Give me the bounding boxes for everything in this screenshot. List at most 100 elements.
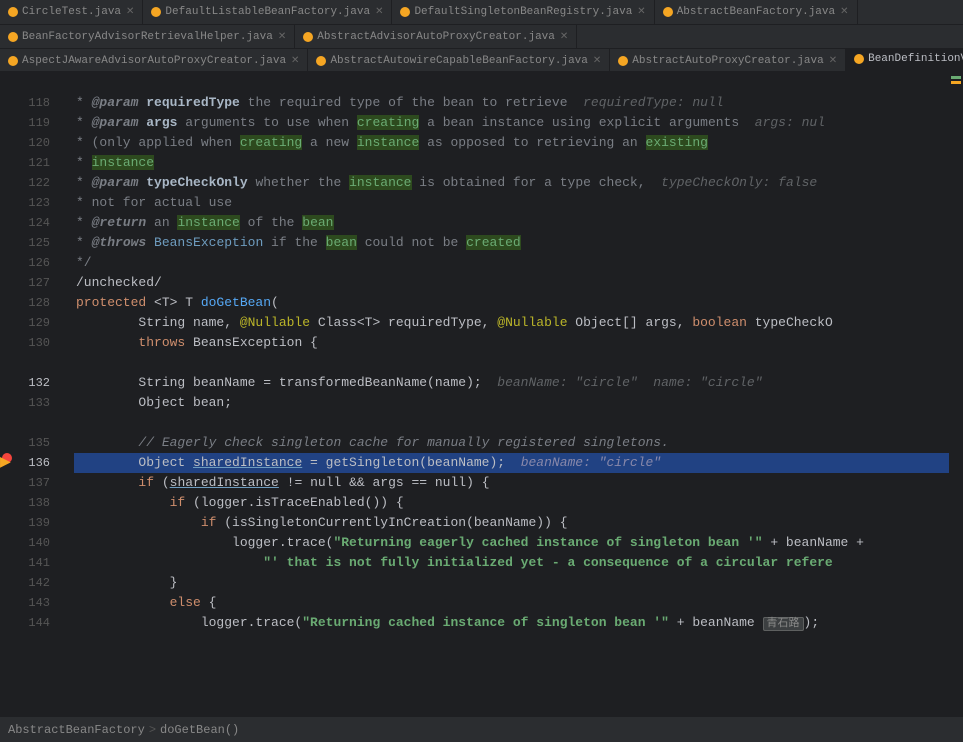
code-line: if (logger.isTraceEnabled()) { bbox=[74, 493, 949, 513]
tab-label: AbstractAutoProxyCreator.java bbox=[632, 55, 823, 67]
tab-default-singleton[interactable]: DefaultSingletonBeanRegistry.java ✕ bbox=[392, 0, 654, 24]
status-bar: AbstractBeanFactory > doGetBean() bbox=[0, 716, 963, 742]
close-icon[interactable]: ✕ bbox=[840, 6, 848, 18]
tab-aspect-aware[interactable]: AspectJAwareAdvisorAutoProxyCreator.java… bbox=[0, 49, 308, 73]
line-num: 138 bbox=[14, 493, 50, 513]
line-num: 133 bbox=[14, 393, 50, 413]
code-line: * @param requiredType the required type … bbox=[74, 93, 949, 113]
close-icon[interactable]: ✕ bbox=[375, 6, 383, 18]
code-line: // Eagerly check singleton cache for man… bbox=[74, 433, 949, 453]
close-icon[interactable]: ✕ bbox=[278, 31, 286, 43]
close-icon[interactable]: ✕ bbox=[637, 6, 645, 18]
tab-label: AbstractBeanFactory.java bbox=[677, 6, 835, 18]
line-num: 127 bbox=[14, 273, 50, 293]
error-indicator bbox=[949, 73, 963, 716]
code-line: String beanName = transformedBeanName(na… bbox=[74, 373, 949, 393]
code-line: * @param typeCheckOnly whether the insta… bbox=[74, 173, 949, 193]
code-line: * instance bbox=[74, 153, 949, 173]
tab-label: BeanDefinitionValueResolver.java bbox=[868, 53, 963, 65]
code-line: Object bean; bbox=[74, 393, 949, 413]
tab-icon bbox=[151, 7, 161, 17]
tab-icon bbox=[8, 56, 18, 66]
indicator-mark bbox=[951, 76, 961, 79]
close-icon[interactable]: ✕ bbox=[291, 55, 299, 67]
line-num: 135 bbox=[14, 433, 50, 453]
code-line bbox=[74, 73, 949, 93]
tab-circle-test[interactable]: CircleTest.java ✕ bbox=[0, 0, 143, 24]
code-line: if (sharedInstance != null && args == nu… bbox=[74, 473, 949, 493]
tab-default-listable[interactable]: DefaultListableBeanFactory.java ✕ bbox=[143, 0, 392, 24]
close-icon[interactable]: ✕ bbox=[126, 6, 134, 18]
line-num: 140 bbox=[14, 533, 50, 553]
fold-column bbox=[56, 73, 70, 716]
breadcrumb-class: AbstractBeanFactory bbox=[8, 723, 145, 737]
tab-bar-row1: CircleTest.java ✕ DefaultListableBeanFac… bbox=[0, 0, 963, 25]
code-editor[interactable]: * @param requiredType the required type … bbox=[70, 73, 949, 716]
debug-arrow: ▶ bbox=[0, 456, 11, 470]
line-num: 121 bbox=[14, 153, 50, 173]
gutter: ▶ bbox=[0, 73, 14, 716]
editor-area: ▶ 118 119 120 121 122 123 124 125 126 12… bbox=[0, 73, 963, 716]
line-num: 139 bbox=[14, 513, 50, 533]
line-num: 125 bbox=[14, 233, 50, 253]
line-num bbox=[14, 73, 50, 93]
tab-label: AbstractAdvisorAutoProxyCreator.java bbox=[317, 31, 555, 43]
line-num: 124 bbox=[14, 213, 50, 233]
code-line: String name, @Nullable Class<T> required… bbox=[74, 313, 949, 333]
code-line-136: Object sharedInstance = getSingleton(bea… bbox=[74, 453, 949, 473]
tab-bar-row2: BeanFactoryAdvisorRetrievalHelper.java ✕… bbox=[0, 25, 963, 49]
line-num bbox=[14, 413, 50, 433]
tab-icon bbox=[854, 54, 864, 64]
tab-icon bbox=[618, 56, 628, 66]
line-num: 137 bbox=[14, 473, 50, 493]
tab-icon bbox=[663, 7, 673, 17]
tab-icon bbox=[303, 32, 313, 42]
line-num: 126 bbox=[14, 253, 50, 273]
code-line: "' that is not fully initialized yet - a… bbox=[74, 553, 949, 573]
line-num: 142 bbox=[14, 573, 50, 593]
tab-abstract-bean-factory[interactable]: AbstractBeanFactory.java ✕ bbox=[655, 0, 858, 24]
tab-label: BeanFactoryAdvisorRetrievalHelper.java bbox=[22, 31, 273, 43]
tab-bean-factory-advisor[interactable]: BeanFactoryAdvisorRetrievalHelper.java ✕ bbox=[0, 25, 295, 49]
code-line: /unchecked/ bbox=[74, 273, 949, 293]
breadcrumb-separator: > bbox=[149, 723, 156, 737]
indicator-mark bbox=[951, 81, 961, 84]
tab-label: CircleTest.java bbox=[22, 6, 121, 18]
breadcrumb-method: doGetBean() bbox=[160, 723, 239, 737]
code-line: * (only applied when creating a new inst… bbox=[74, 133, 949, 153]
tab-label: DefaultListableBeanFactory.java bbox=[165, 6, 370, 18]
tab-icon bbox=[400, 7, 410, 17]
line-num: 132 bbox=[14, 373, 50, 393]
line-num: 118 bbox=[14, 93, 50, 113]
tab-icon bbox=[8, 32, 18, 42]
line-num-136: 136 bbox=[14, 453, 50, 473]
code-line: * not for actual use bbox=[74, 193, 949, 213]
line-num: 128 bbox=[14, 293, 50, 313]
line-num: 130 bbox=[14, 333, 50, 353]
tab-icon bbox=[8, 7, 18, 17]
line-num: 120 bbox=[14, 133, 50, 153]
close-icon[interactable]: ✕ bbox=[593, 55, 601, 67]
code-line-144: logger.trace("Returning cached instance … bbox=[74, 613, 949, 633]
line-num bbox=[14, 353, 50, 373]
close-icon[interactable]: ✕ bbox=[560, 31, 568, 43]
code-line bbox=[74, 413, 949, 433]
line-num: 144 bbox=[14, 613, 50, 633]
code-line: protected <T> T doGetBean( bbox=[74, 293, 949, 313]
code-line: * @return an instance of the bean bbox=[74, 213, 949, 233]
tab-abstract-autowire[interactable]: AbstractAutowireCapableBeanFactory.java … bbox=[308, 49, 610, 73]
line-num: 123 bbox=[14, 193, 50, 213]
tab-abstract-auto-proxy[interactable]: AbstractAutoProxyCreator.java ✕ bbox=[610, 49, 846, 73]
close-icon[interactable]: ✕ bbox=[829, 55, 837, 67]
tab-label: AbstractAutowireCapableBeanFactory.java bbox=[330, 55, 587, 67]
code-line: } bbox=[74, 573, 949, 593]
line-num: 141 bbox=[14, 553, 50, 573]
tab-label: DefaultSingletonBeanRegistry.java bbox=[414, 6, 632, 18]
breadcrumb: AbstractBeanFactory > doGetBean() bbox=[8, 723, 239, 737]
line-num: 143 bbox=[14, 593, 50, 613]
code-line: * @throws BeansException if the bean cou… bbox=[74, 233, 949, 253]
tab-bean-def-value[interactable]: BeanDefinitionValueResolver.java ✕ bbox=[846, 48, 963, 72]
tab-abstract-advisor-auto[interactable]: AbstractAdvisorAutoProxyCreator.java ✕ bbox=[295, 25, 577, 49]
line-num: 119 bbox=[14, 113, 50, 133]
line-num: 122 bbox=[14, 173, 50, 193]
